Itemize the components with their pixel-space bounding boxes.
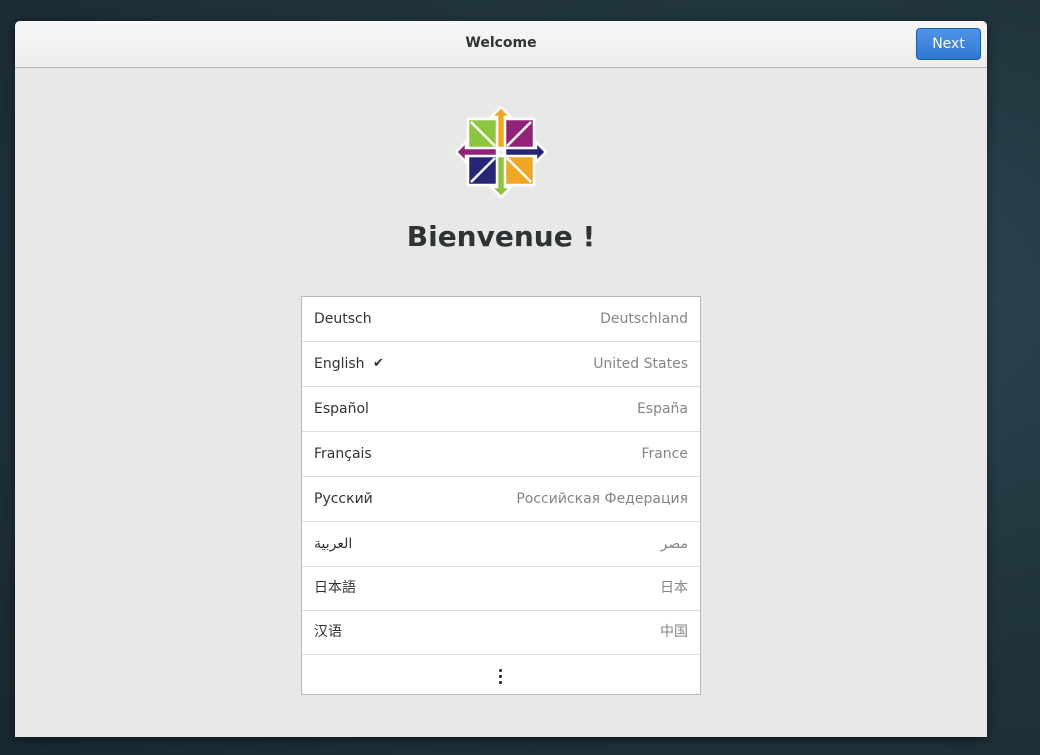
language-name: Русский (314, 491, 373, 507)
language-row-russian[interactable]: Русский Российская Федерация (302, 477, 700, 522)
checkmark-icon: ✔ (373, 356, 384, 371)
language-row-arabic[interactable]: العربية مصر (302, 522, 700, 567)
language-row-deutsch[interactable]: Deutsch Deutschland (302, 297, 700, 342)
language-row-chinese[interactable]: 汉语 中国 (302, 610, 700, 655)
language-region: Российская Федерация (516, 491, 688, 507)
language-name: Deutsch (314, 311, 372, 327)
next-button[interactable]: Next (916, 28, 981, 60)
language-region: 中国 (660, 624, 688, 640)
language-region: United States (593, 356, 688, 372)
language-name: English (314, 356, 365, 372)
language-list: Deutsch Deutschland English ✔ United Sta… (301, 296, 701, 695)
language-region: 日本 (660, 580, 688, 596)
language-region: Deutschland (600, 311, 688, 327)
language-name: Français (314, 446, 372, 462)
centos-logo (455, 106, 547, 198)
language-region: France (641, 446, 688, 462)
welcome-heading: Bienvenue ! (406, 220, 596, 253)
language-name: العربية (314, 536, 353, 552)
language-row-espanol[interactable]: Español España (302, 387, 700, 432)
more-languages-button[interactable] (302, 655, 700, 694)
language-row-japanese[interactable]: 日本語 日本 (302, 566, 700, 611)
language-region: مصر (660, 536, 688, 552)
language-row-francais[interactable]: Français France (302, 432, 700, 477)
view-more-icon (499, 669, 503, 685)
language-name: Español (314, 401, 369, 417)
language-region: España (636, 401, 688, 417)
window-title: Welcome (465, 35, 537, 51)
language-row-english[interactable]: English ✔ United States (302, 342, 700, 387)
language-name: 汉语 (314, 624, 342, 640)
welcome-window: Welcome Next Bienvenue ! Deutsch Deutsch… (15, 21, 987, 737)
header-bar: Welcome Next (15, 21, 987, 68)
language-name: 日本語 (314, 580, 356, 596)
